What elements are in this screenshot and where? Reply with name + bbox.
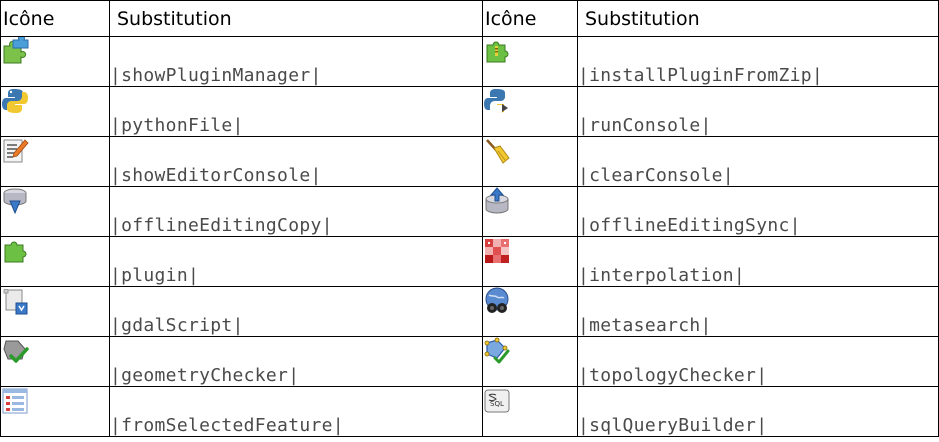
substitution-text: |pythonFile| <box>109 86 483 137</box>
table-row: |fromSelectedFeature| SQL |sqlQueryBuild… <box>0 386 939 437</box>
python-file-icon <box>0 86 110 137</box>
substitution-text: |showPluginManager| <box>109 36 483 87</box>
substitution-text: |clearConsole| <box>577 136 939 187</box>
table-row: |pythonFile| |runConsole| <box>0 86 939 137</box>
substitution-text: |geometryChecker| <box>109 336 483 387</box>
topology-checker-icon <box>482 336 578 387</box>
substitution-text: |sqlQueryBuilder| <box>577 386 939 437</box>
substitution-text: |gdalScript| <box>109 286 483 337</box>
header-icon-left: Icône <box>0 0 110 37</box>
install-plugin-zip-icon <box>482 36 578 87</box>
metasearch-globe-binoculars-icon <box>482 286 578 337</box>
substitution-text: |topologyChecker| <box>577 336 939 387</box>
offline-copy-database-icon <box>0 186 110 237</box>
broom-icon <box>482 136 578 187</box>
substitution-text: |offlineEditingCopy| <box>109 186 483 237</box>
geometry-checker-icon <box>0 336 110 387</box>
substitution-text: |plugin| <box>109 236 483 287</box>
table-row: |showPluginManager| |installPluginFromZi… <box>0 36 939 87</box>
selected-feature-form-icon <box>0 386 110 437</box>
header-substitution-right: Substitution <box>577 0 939 37</box>
offline-sync-database-icon <box>482 186 578 237</box>
substitution-text: |showEditorConsole| <box>109 136 483 187</box>
table-row: |plugin| |interpolation| <box>0 236 939 287</box>
substitution-text: |installPluginFromZip| <box>577 36 939 87</box>
header-substitution-left: Substitution <box>109 0 483 37</box>
substitution-text: |offlineEditingSync| <box>577 186 939 237</box>
editor-notepad-pencil-icon <box>0 136 110 187</box>
substitution-text: |fromSelectedFeature| <box>109 386 483 437</box>
substitution-text: |interpolation| <box>577 236 939 287</box>
table-row: |showEditorConsole| |clearConsole| <box>0 136 939 187</box>
substitution-text: |runConsole| <box>577 86 939 137</box>
table-row: |geometryChecker| |topologyChecker| <box>0 336 939 387</box>
header-row: Icône Substitution Icône Substitution <box>0 0 939 37</box>
plugin-manager-icon <box>0 36 110 87</box>
svg-text:SQL: SQL <box>490 400 504 408</box>
table-row: |gdalScript| |metasearch| <box>0 286 939 337</box>
substitution-text: |metasearch| <box>577 286 939 337</box>
header-icon-right: Icône <box>482 0 578 37</box>
gdal-script-icon <box>0 286 110 337</box>
table-row: |offlineEditingCopy| |offlineEditingSync… <box>0 186 939 237</box>
interpolation-grid-icon <box>482 236 578 287</box>
substitution-table: Icône Substitution Icône Substitution |s… <box>0 0 939 437</box>
puzzle-piece-icon <box>0 236 110 287</box>
sql-query-builder-icon: SQL <box>482 386 578 437</box>
python-console-icon <box>482 86 578 137</box>
